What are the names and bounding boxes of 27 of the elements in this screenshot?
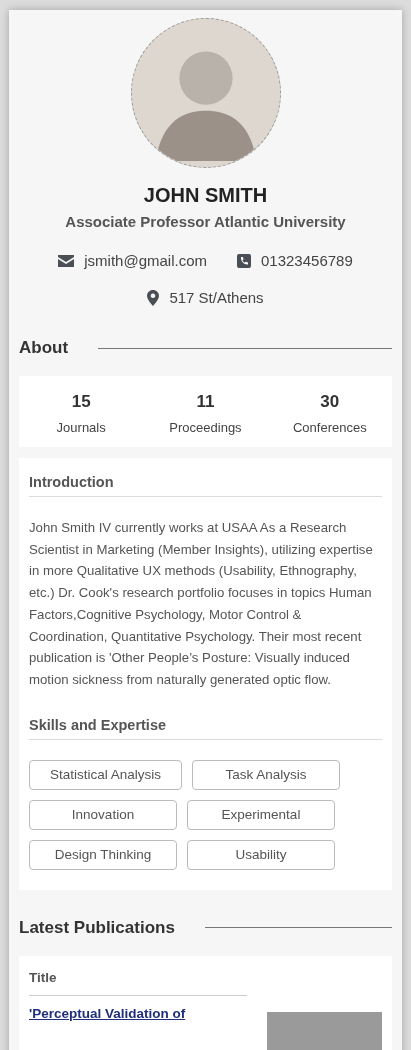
skill-tag[interactable]: Usability: [187, 839, 335, 870]
phone-number: 01323456789: [261, 252, 353, 269]
email-icon: [58, 254, 75, 267]
stat-value: 11: [196, 392, 215, 412]
publication-link[interactable]: 'Perceptual Validation of: [29, 1005, 247, 1021]
card-heading: Skills and Expertise: [29, 716, 382, 740]
skill-tag[interactable]: Experimental: [187, 799, 335, 830]
location-text: 517 St/Athens: [169, 289, 264, 306]
stat-label: Conferences: [292, 420, 367, 435]
stat-label: Journals: [56, 420, 106, 435]
stat-value: 30: [320, 392, 340, 412]
skill-tag[interactable]: Statistical Analysis: [29, 759, 183, 790]
phone-icon: [237, 253, 251, 268]
introduction-paragraph: John Smith IV currently works at USAA As a Research Scientist in Marketing (Member Insights), utilizing expertise in more Qualitative UX methods (Usability, Ethnography, etc.) Dr. Cook's research portfolio focuses in topics Human Factors,Cognitive Psychology, Motor Control & Coordination, Quantitative Psychology. Their most recent publication is 'Other People’s Posture: Visually induced motion sickness from naturally generated optic flow.: [29, 519, 374, 689]
map-pin-icon: [147, 289, 160, 306]
profile-title: Associate Professor Atlantic University: [65, 213, 346, 230]
skill-tag[interactable]: Innovation: [29, 799, 177, 830]
section-heading: Latest Publications: [19, 917, 175, 938]
stat-label: Proceedings: [169, 420, 242, 435]
card-heading: Introduction: [29, 474, 382, 497]
profile-name: JOHN SMITH: [143, 184, 268, 207]
skill-tag[interactable]: Task Analysis: [192, 759, 341, 790]
email-text: jsmith@gmail.com: [84, 252, 207, 269]
column-header: Title: [29, 969, 247, 996]
skill-tag[interactable]: Design Thinking: [29, 839, 177, 870]
stat-value: 15: [71, 392, 91, 412]
section-heading: About: [19, 338, 69, 358]
